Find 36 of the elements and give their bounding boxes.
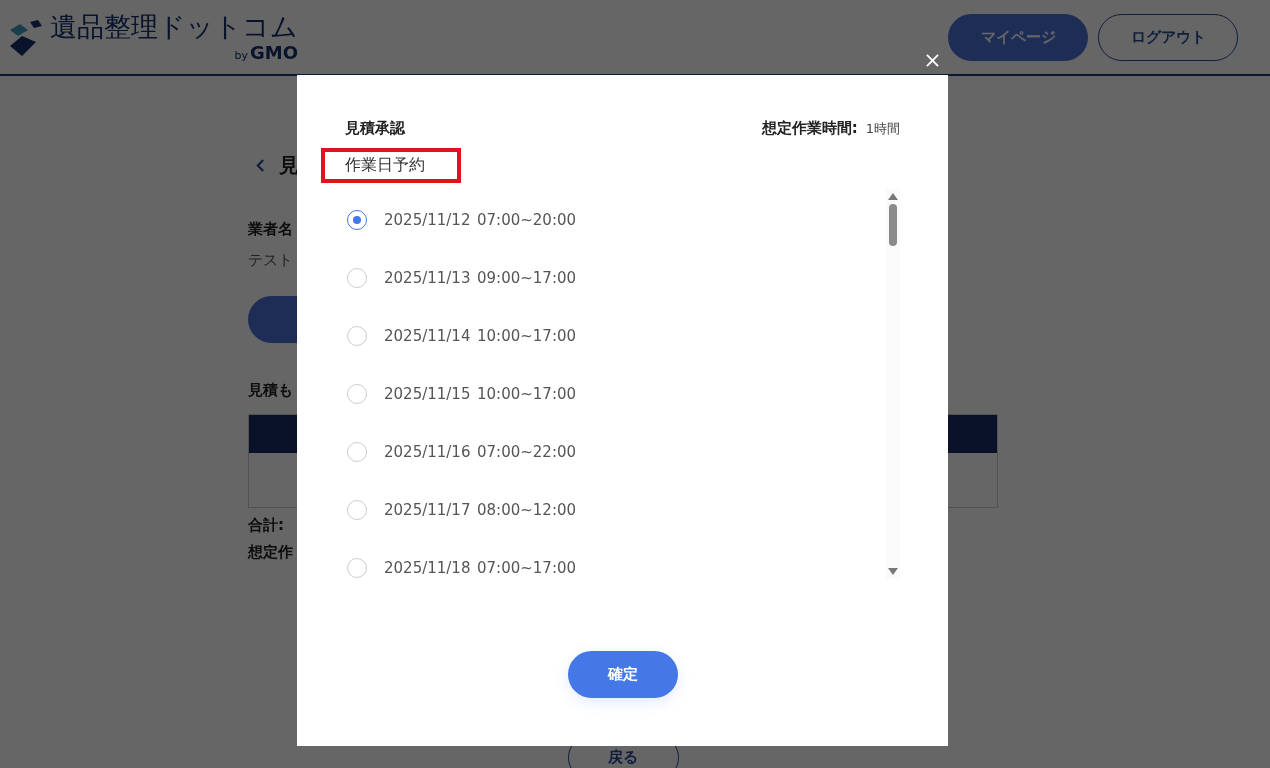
modal-title: 見積承認 (345, 119, 405, 138)
logo-by-text: by (234, 47, 248, 64)
slot-time: 07:00~17:00 (477, 559, 577, 577)
close-icon[interactable] (926, 54, 939, 67)
estimate-label: 見積も (248, 381, 293, 400)
scrollbar[interactable] (886, 189, 900, 579)
slot-date: 2025/11/12 (384, 211, 472, 229)
logo-text: 遺品整理ドットコム (50, 9, 298, 44)
mypage-button[interactable]: マイページ (948, 13, 1088, 61)
logo-brand-text: GMO (250, 43, 298, 62)
duration-value: 1時間 (865, 119, 900, 138)
total-label: 合計: (248, 516, 284, 535)
slot-date: 2025/11/17 (384, 501, 472, 519)
slot-time: 10:00~17:00 (477, 327, 577, 345)
slot-date: 2025/11/15 (384, 385, 472, 403)
scroll-down-icon[interactable] (888, 568, 898, 575)
scroll-up-icon[interactable] (888, 193, 898, 200)
back-chevron-icon[interactable] (256, 158, 265, 172)
slot-time: 07:00~22:00 (477, 443, 577, 461)
page-heading: 見 (279, 151, 299, 179)
logout-button[interactable]: ログアウト (1098, 13, 1238, 61)
confirm-button[interactable]: 確定 (567, 651, 678, 698)
slot-date: 2025/11/16 (384, 443, 472, 461)
slot-time: 09:00~17:00 (477, 269, 577, 287)
vendor-name: テスト (248, 251, 293, 270)
slot-time: 10:00~17:00 (477, 385, 577, 403)
duration-label: 想定作 (248, 543, 293, 562)
slot-date: 2025/11/18 (384, 559, 472, 577)
slot-date: 2025/11/14 (384, 327, 472, 345)
duration-label: 想定作業時間: (761, 119, 858, 138)
slot-date: 2025/11/13 (384, 269, 472, 287)
slot-time: 08:00~12:00 (477, 501, 577, 519)
vendor-label: 業者名 (248, 220, 293, 239)
scrollbar-thumb[interactable] (889, 204, 897, 246)
slot-time: 07:00~20:00 (477, 211, 577, 229)
section-label: 作業日予約 (321, 148, 461, 183)
